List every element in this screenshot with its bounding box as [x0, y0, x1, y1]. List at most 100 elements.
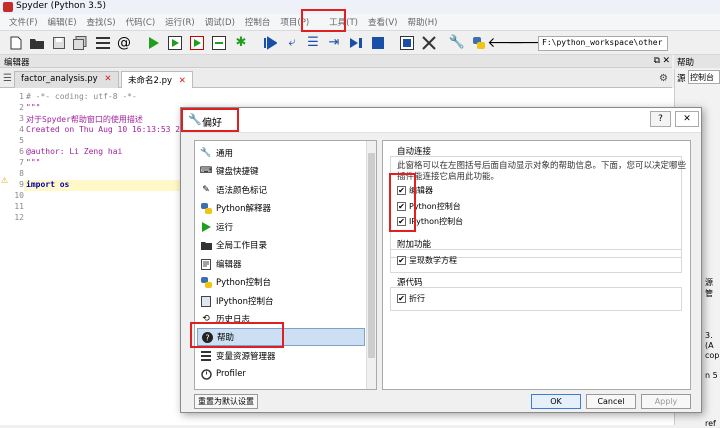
open-folder-icon[interactable]: [29, 35, 45, 51]
window-title: Spyder (Python 3.5): [16, 1, 106, 11]
undock-icon[interactable]: ⧉: [654, 56, 660, 66]
category-editor[interactable]: 编辑器: [197, 255, 365, 273]
run-icon[interactable]: [146, 35, 162, 51]
menu-source[interactable]: 代码(C): [121, 16, 161, 28]
category-python-console[interactable]: Python控制台: [197, 273, 365, 291]
save-all-icon[interactable]: [72, 35, 88, 51]
file-list-icon[interactable]: [95, 35, 111, 51]
menu-consoles[interactable]: 控制台: [240, 16, 276, 28]
checkbox-wrap-lines[interactable]: ✔ 折行: [397, 293, 425, 304]
menu-search[interactable]: 查找(S): [82, 16, 121, 28]
category-ipython-console[interactable]: IPython控制台: [197, 292, 365, 310]
pen-icon: ✎: [202, 185, 210, 195]
checkbox-ipython-console[interactable]: ✔ IPython控制台: [397, 216, 463, 227]
menu-edit[interactable]: 编辑(E): [43, 16, 82, 28]
category-scrollbar[interactable]: [366, 141, 376, 389]
preferences-category-list[interactable]: 🔧 通用 ⌨ 键盘快捷键 ✎ 语法颜色标记 Python解释器 运行 全局工作目录 编…: [194, 140, 377, 390]
category-profiler[interactable]: Profiler: [197, 365, 365, 383]
checkbox-checked-icon: ✔: [397, 256, 406, 265]
code-line: Created on Thu Aug 10 16:13:53 2: [26, 125, 181, 134]
close-tab-icon[interactable]: ✕: [104, 74, 111, 84]
menu-view[interactable]: 查看(V): [363, 16, 402, 28]
reset-defaults-button[interactable]: 重置为默认设置: [194, 394, 258, 409]
dialog-close-button[interactable]: ✕: [675, 111, 699, 127]
apply-button[interactable]: Apply: [641, 394, 691, 409]
cancel-button[interactable]: Cancel: [586, 394, 636, 409]
line-number: 5: [19, 136, 24, 145]
save-icon[interactable]: [51, 35, 67, 51]
close-pane-icon[interactable]: ✕: [662, 56, 670, 66]
ipython-icon: [200, 295, 212, 307]
category-python-interpreter[interactable]: Python解释器: [197, 199, 365, 217]
debug-icon[interactable]: [262, 35, 278, 51]
line-number: 6: [19, 147, 24, 156]
checkbox-render-math[interactable]: ✔ 呈现数学方程: [397, 255, 457, 266]
menu-bar: 文件(F) 编辑(E) 查找(S) 代码(C) 运行(R) 调试(D) 控制台 …: [0, 14, 720, 31]
menu-run[interactable]: 运行(R): [160, 16, 200, 28]
category-run[interactable]: 运行: [197, 218, 365, 236]
line-number: 9: [19, 180, 24, 189]
folder-icon: [200, 239, 212, 251]
menu-file[interactable]: 文件(F): [4, 16, 43, 28]
python-path-icon[interactable]: [471, 35, 487, 51]
help-snippet: 3.: [705, 331, 713, 340]
wrench-icon: 🔧: [200, 148, 212, 158]
preferences-dialog: 🔧 偏好 ? ✕ 🔧 通用 ⌨ 键盘快捷键 ✎ 语法颜色标记 Python解释器 运行…: [180, 107, 702, 413]
stop-debug-icon[interactable]: [370, 35, 386, 51]
file-list-icon[interactable]: ☰: [3, 73, 12, 84]
category-keyboard-shortcuts[interactable]: ⌨ 键盘快捷键: [197, 162, 365, 180]
help-source-select[interactable]: 控制台: [688, 70, 720, 84]
new-file-icon[interactable]: [8, 35, 24, 51]
scrollbar-thumb[interactable]: [368, 153, 375, 358]
editor-tab-bar: ☰ factor_analysis.py ✕ 未命名2.py ✕ ⚙: [0, 69, 672, 88]
menu-projects[interactable]: 项目(P): [275, 16, 314, 28]
window-titlebar: Spyder (Python 3.5): [0, 0, 720, 14]
step-return-icon[interactable]: ⇥: [326, 35, 342, 51]
category-working-directory[interactable]: 全局工作目录: [197, 236, 365, 254]
profiler-icon: [200, 368, 212, 380]
menu-help[interactable]: 帮助(H): [402, 16, 442, 28]
run-cell-icon[interactable]: [167, 35, 183, 51]
run-selection-icon[interactable]: [211, 35, 227, 51]
run-config-icon[interactable]: ✱: [233, 35, 249, 51]
step-into-icon[interactable]: ☰: [305, 35, 321, 51]
checkbox-checked-icon: ✔: [397, 217, 406, 226]
tab-factor-analysis[interactable]: factor_analysis.py ✕: [14, 71, 119, 88]
at-sign-icon[interactable]: @: [116, 35, 132, 51]
menu-tools[interactable]: 工具(T): [324, 16, 363, 28]
table-icon: [200, 350, 212, 362]
preferences-wrench-icon[interactable]: 🔧: [449, 35, 465, 51]
checkbox-editor[interactable]: ✔ 编辑器: [397, 185, 433, 196]
line-number: 3: [19, 114, 24, 123]
category-history-log[interactable]: ⟲ 历史日志: [197, 310, 365, 328]
working-directory-input[interactable]: F:\python_workspace\other: [538, 36, 668, 51]
editor-options-gear-icon[interactable]: ⚙: [659, 73, 668, 84]
auto-connect-description-line2: 插件能连接它启用此功能。: [397, 172, 500, 182]
run-cell-advance-icon[interactable]: [189, 35, 205, 51]
ok-button[interactable]: OK: [531, 394, 581, 409]
source-code-group: [390, 287, 682, 311]
fullscreen-icon[interactable]: [421, 35, 437, 51]
continue-icon[interactable]: [348, 35, 364, 51]
help-snippet: cop: [705, 351, 720, 360]
maximize-pane-icon[interactable]: [399, 35, 415, 51]
tab-untitled2[interactable]: 未命名2.py ✕: [121, 71, 193, 88]
code-line: """: [26, 103, 41, 112]
wrench-icon: 🔧: [188, 113, 202, 126]
step-icon[interactable]: ⤶: [284, 35, 300, 51]
close-tab-icon[interactable]: ✕: [179, 76, 186, 86]
menu-debug[interactable]: 调试(D): [200, 16, 240, 28]
forward-arrow-icon[interactable]: 🡒: [507, 35, 545, 51]
category-syntax-coloring[interactable]: ✎ 语法颜色标记: [197, 181, 365, 199]
line-number: 11: [14, 202, 24, 211]
dialog-titlebar: 🔧 偏好 ? ✕: [181, 108, 701, 133]
category-help[interactable]: ? 帮助: [197, 328, 365, 346]
spyder-logo-icon: [3, 2, 13, 12]
category-variable-explorer[interactable]: 变量资源管理器: [197, 347, 365, 365]
help-question-button[interactable]: ?: [650, 111, 671, 127]
checkbox-python-console[interactable]: ✔ Python控制台: [397, 201, 461, 212]
help-snippet: 源管: [705, 278, 713, 298]
category-general[interactable]: 🔧 通用: [197, 144, 365, 162]
code-line: import os: [26, 180, 70, 189]
checkbox-checked-icon: ✔: [397, 202, 406, 211]
